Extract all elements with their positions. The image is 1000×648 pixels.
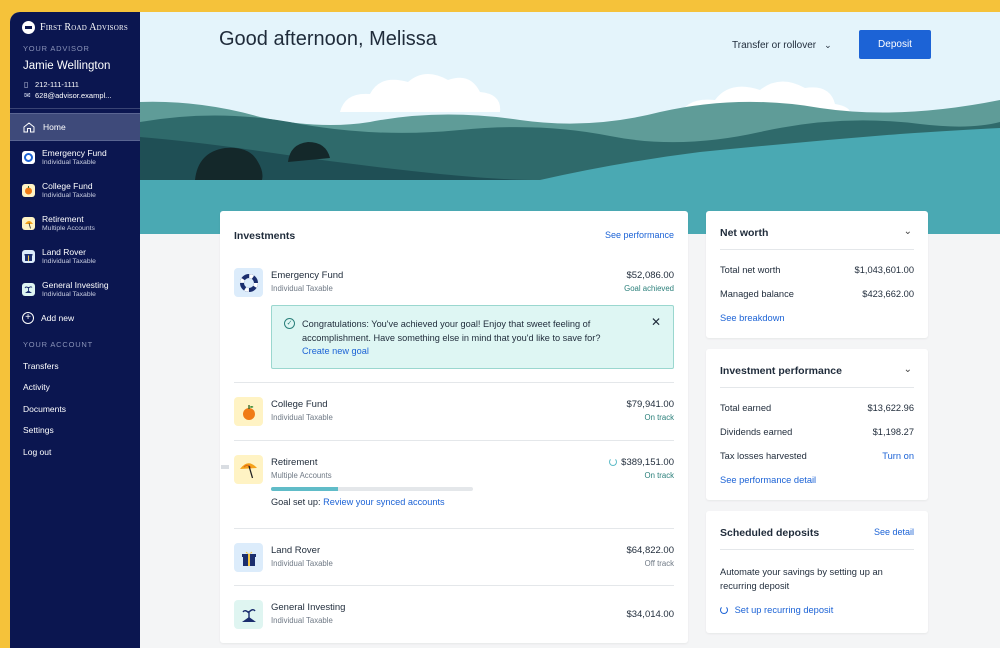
investments-title: Investments (234, 230, 296, 242)
status-badge: On track (644, 413, 674, 422)
sidebar-link-settings[interactable]: Settings (10, 420, 140, 442)
sidebar-item-land-rover[interactable]: Land Rover Individual Taxable (10, 240, 140, 273)
brand-name: First Road Advisors (40, 21, 128, 33)
create-new-goal-link[interactable]: Create new goal (302, 346, 369, 356)
phone-icon: ▯ (24, 80, 29, 89)
scheduled-deposits-title: Scheduled deposits (720, 527, 820, 539)
close-icon[interactable]: ✕ (651, 315, 661, 329)
advisor-name: Jamie Wellington (23, 60, 111, 72)
row-divider (234, 440, 674, 441)
sidebar-divider (10, 108, 140, 109)
status-badge: Off track (644, 559, 674, 568)
lifebuoy-icon (234, 268, 263, 297)
sidebar-link-documents[interactable]: Documents (10, 398, 140, 420)
total-earned-row: Total earned $13,622.96 (720, 403, 914, 413)
sidebar: First Road Advisors YOUR ADVISOR Jamie W… (10, 12, 140, 648)
scheduled-deposits-text: Automate your savings by setting up an r… (720, 567, 883, 591)
total-net-worth-row: Total net worth $1,043,601.00 (720, 265, 914, 275)
turn-on-link[interactable]: Turn on (882, 451, 914, 461)
investment-row-land-rover[interactable]: Land Rover Individual Taxable $64,822.00… (234, 543, 674, 575)
congrats-banner: ✓ Congratulations: You've achieved your … (271, 305, 674, 369)
row-divider (234, 585, 674, 586)
see-detail-link[interactable]: See detail (874, 527, 914, 537)
congrats-message: Congratulations: You've achieved your go… (302, 319, 601, 343)
card-divider (720, 549, 914, 550)
card-divider (720, 387, 914, 388)
sidebar-item-retirement[interactable]: Retirement Multiple Accounts (10, 207, 140, 240)
sidebar-link-activity[interactable]: Activity (10, 377, 140, 399)
sidebar-item-emergency-fund[interactable]: Emergency Fund Individual Taxable (10, 141, 140, 174)
lifebuoy-icon (22, 151, 35, 164)
your-account-section-label: YOUR ACCOUNT (23, 340, 94, 349)
sidebar-link-log-out[interactable]: Log out (10, 441, 140, 463)
set-up-recurring-deposit-link[interactable]: Set up recurring deposit (720, 605, 833, 615)
sprout-icon (234, 600, 263, 629)
greeting-title: Good afternoon, Melissa (219, 28, 437, 50)
deposit-button[interactable]: Deposit (859, 30, 931, 59)
apple-icon (234, 397, 263, 426)
hero-banner: Good afternoon, Melissa Transfer or roll… (140, 12, 1000, 234)
gift-icon (234, 543, 263, 572)
brand[interactable]: First Road Advisors (10, 12, 140, 36)
see-breakdown-link[interactable]: See breakdown (720, 313, 785, 323)
see-performance-link[interactable]: See performance (605, 230, 674, 240)
row-divider (234, 528, 674, 529)
managed-balance-row: Managed balance $423,662.00 (720, 289, 914, 299)
sidebar-item-home[interactable]: Home (10, 113, 140, 141)
transfer-rollover-dropdown[interactable]: Transfer or rollover ⌄ (732, 40, 832, 51)
add-new-button[interactable]: + Add new (10, 306, 140, 330)
dividends-earned-row: Dividends earned $1,198.27 (720, 427, 914, 437)
plus-circle-icon: + (22, 312, 34, 324)
umbrella-icon (22, 217, 35, 230)
investment-row-general-investing[interactable]: General Investing Individual Taxable $34… (234, 600, 674, 632)
sync-spinner-icon (609, 458, 618, 466)
gift-icon (22, 250, 35, 263)
recurring-icon (720, 606, 728, 614)
advisor-section-label: YOUR ADVISOR (23, 44, 90, 53)
home-icon (23, 121, 35, 132)
investment-row-retirement[interactable]: Retirement Multiple Accounts $389,151.00… (234, 455, 674, 515)
investment-performance-title: Investment performance (720, 365, 842, 377)
chevron-down-icon[interactable]: ⌄ (904, 226, 912, 237)
status-badge: On track (644, 471, 674, 480)
net-worth-title: Net worth (720, 227, 769, 239)
mail-icon: ✉ (24, 91, 31, 100)
investment-performance-card: Investment performance ⌄ Total earned $1… (706, 349, 928, 500)
umbrella-icon (234, 455, 263, 484)
tax-losses-row: Tax losses harvested Turn on (720, 451, 914, 461)
scheduled-deposits-card: Scheduled deposits See detail Automate y… (706, 511, 928, 633)
app-frame: First Road Advisors YOUR ADVISOR Jamie W… (10, 12, 1000, 648)
retirement-progress-bar (271, 487, 473, 491)
row-divider (234, 382, 674, 383)
investments-card: Investments See performance Emergency Fu… (220, 211, 688, 643)
net-worth-card: Net worth ⌄ Total net worth $1,043,601.0… (706, 211, 928, 338)
drag-handle[interactable] (221, 465, 229, 469)
sidebar-item-college-fund[interactable]: College Fund Individual Taxable (10, 174, 140, 207)
investment-row-college-fund[interactable]: College Fund Individual Taxable $79,941.… (234, 397, 674, 429)
sprout-icon (22, 283, 35, 296)
brand-logo-icon (22, 20, 35, 34)
apple-icon (22, 184, 35, 197)
review-synced-accounts-link[interactable]: Review your synced accounts (323, 497, 445, 507)
card-divider (720, 249, 914, 250)
advisor-phone[interactable]: ▯ 212-111-1111 (10, 79, 140, 90)
sidebar-link-transfers[interactable]: Transfers (10, 355, 140, 377)
status-badge: Goal achieved (624, 284, 674, 293)
sidebar-item-general-investing[interactable]: General Investing Individual Taxable (10, 273, 140, 306)
check-circle-icon: ✓ (284, 318, 295, 329)
see-performance-detail-link[interactable]: See performance detail (720, 475, 816, 485)
advisor-email[interactable]: ✉ 628@advisor.exampl... (10, 90, 140, 101)
chevron-down-icon: ⌄ (824, 40, 832, 50)
goal-setup-text: Goal set up: Review your synced accounts (271, 497, 445, 507)
chevron-down-icon[interactable]: ⌄ (904, 364, 912, 375)
